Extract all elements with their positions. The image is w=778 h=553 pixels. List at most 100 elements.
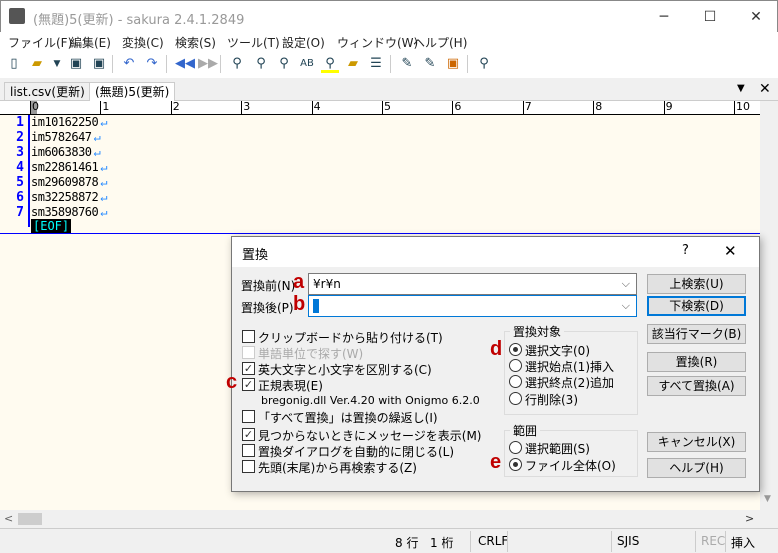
tab-list-csv[interactable]: list.csv(更新) bbox=[4, 82, 91, 101]
find-input[interactable]: ¥r¥n ⌵ bbox=[308, 273, 637, 295]
redo-icon[interactable]: ↷ bbox=[143, 55, 161, 73]
radio-label[interactable]: 選択終点(2)追加 bbox=[525, 374, 614, 391]
menu-window[interactable]: ウィンドウ(W) bbox=[337, 34, 418, 51]
option-label[interactable]: 英大文字と小文字を区別する(C) bbox=[258, 361, 432, 378]
preview-icon[interactable]: ⚲ bbox=[475, 55, 493, 73]
highlight-icon[interactable]: ⚲ bbox=[321, 55, 339, 73]
separator bbox=[112, 55, 113, 73]
chevron-down-icon[interactable]: ⌵ bbox=[622, 299, 630, 313]
radio-button[interactable] bbox=[509, 392, 522, 405]
radio-button[interactable] bbox=[509, 375, 522, 388]
compare-icon[interactable]: ✎ bbox=[398, 55, 416, 73]
find-next-icon[interactable]: ⚲ bbox=[252, 55, 270, 73]
radio-label[interactable]: 選択文字(0) bbox=[525, 342, 590, 359]
line-number: 2 bbox=[16, 130, 24, 145]
horizontal-scrollbar[interactable]: < > bbox=[0, 510, 760, 528]
replace-button[interactable]: 置換(R) bbox=[647, 352, 746, 372]
menu-file[interactable]: ファイル(F) bbox=[8, 34, 72, 51]
radio-button[interactable] bbox=[509, 441, 522, 454]
settings-icon[interactable]: ✎ bbox=[421, 55, 439, 73]
newline-icon: ↵ bbox=[100, 205, 107, 219]
search-up-button[interactable]: 上検索(U) bbox=[647, 274, 746, 294]
maximize-button[interactable]: ☐ bbox=[687, 1, 733, 33]
dialog-title-bar: 置換 ? ✕ bbox=[232, 237, 759, 267]
menu-edit[interactable]: 編集(E) bbox=[70, 34, 111, 51]
save-icon[interactable]: ▣ bbox=[67, 55, 85, 73]
checkbox[interactable]: ✓ bbox=[242, 362, 255, 375]
menu-settings[interactable]: 設定(O) bbox=[282, 34, 325, 51]
newline-icon: ↵ bbox=[100, 115, 107, 129]
save-all-icon[interactable]: ▣ bbox=[90, 55, 108, 73]
radio-button[interactable] bbox=[509, 359, 522, 372]
separator bbox=[467, 55, 468, 73]
scroll-thumb[interactable] bbox=[18, 513, 42, 525]
tab-close-button[interactable]: ✕ bbox=[759, 81, 771, 97]
dialog-help-button[interactable]: ? bbox=[682, 243, 689, 258]
line-number: 7 bbox=[16, 205, 24, 220]
option-label[interactable]: 置換ダイアログを自動的に閉じる(L) bbox=[258, 443, 454, 460]
scroll-down-icon[interactable]: ▼ bbox=[764, 494, 771, 504]
undo-icon[interactable]: ↶ bbox=[120, 55, 138, 73]
replace-icon[interactable]: AB bbox=[298, 55, 316, 73]
dialog-close-button[interactable]: ✕ bbox=[724, 242, 737, 260]
checkbox[interactable]: ✓ bbox=[242, 428, 255, 441]
checkbox[interactable] bbox=[242, 410, 255, 423]
tab-untitled-5[interactable]: (無題)5(更新) bbox=[89, 82, 176, 101]
line-text: im10162250 bbox=[31, 115, 99, 129]
checkbox[interactable] bbox=[242, 330, 255, 343]
checkbox bbox=[242, 346, 255, 359]
search-down-button[interactable]: 下検索(D) bbox=[647, 296, 746, 316]
forward-icon[interactable]: ▶▶ bbox=[198, 55, 218, 73]
option-label[interactable]: クリップボードから貼り付ける(T) bbox=[258, 329, 443, 346]
help-button[interactable]: ヘルプ(H) bbox=[647, 458, 746, 478]
menu-help[interactable]: ヘルプ(H) bbox=[413, 34, 467, 51]
annotation-d: d bbox=[490, 338, 503, 360]
radio-button[interactable] bbox=[509, 343, 522, 356]
dropdown-icon[interactable]: ▼ bbox=[48, 55, 66, 73]
find-prev-icon[interactable]: ⚲ bbox=[275, 55, 293, 73]
mark-lines-button[interactable]: 該当行マーク(B) bbox=[647, 324, 746, 344]
scroll-left-icon[interactable]: < bbox=[4, 512, 13, 525]
cancel-button[interactable]: キャンセル(X) bbox=[647, 432, 746, 452]
line-text: sm29609878 bbox=[31, 175, 99, 189]
option-label[interactable]: 「すべて置換」は置換の繰返し(I) bbox=[258, 409, 438, 426]
option-label[interactable]: 先頭(末尾)から再検索する(Z) bbox=[258, 459, 417, 476]
checkbox[interactable]: ✓ bbox=[242, 378, 255, 391]
open-folder-icon[interactable]: ▰ bbox=[28, 55, 46, 73]
option-label[interactable]: 見つからないときにメッセージを表示(M) bbox=[258, 427, 481, 444]
checkbox[interactable] bbox=[242, 460, 255, 473]
replace-input[interactable]: ⌵ bbox=[308, 295, 637, 317]
scroll-right-icon[interactable]: > bbox=[745, 512, 754, 525]
newline-icon: ↵ bbox=[100, 160, 107, 174]
find-icon[interactable]: ⚲ bbox=[228, 55, 246, 73]
option-label[interactable]: 正規表現(E) bbox=[258, 377, 323, 394]
dialog-title: 置換 bbox=[242, 248, 269, 263]
outline-icon[interactable]: ☰ bbox=[367, 55, 385, 73]
new-file-icon[interactable]: ▯ bbox=[5, 55, 23, 73]
radio-label[interactable]: 選択始点(1)挿入 bbox=[525, 358, 614, 375]
menu-search[interactable]: 検索(S) bbox=[175, 34, 216, 51]
line-text: sm35898760 bbox=[31, 205, 99, 219]
menu-tools[interactable]: ツール(T) bbox=[227, 34, 280, 51]
radio-label[interactable]: ファイル全体(O) bbox=[525, 457, 616, 474]
menu-convert[interactable]: 変換(C) bbox=[122, 34, 164, 51]
window-icon[interactable]: ▣ bbox=[444, 55, 462, 73]
radio-label[interactable]: 選択範囲(S) bbox=[525, 440, 590, 457]
checkbox[interactable] bbox=[242, 444, 255, 457]
back-icon[interactable]: ◀◀ bbox=[175, 55, 195, 73]
replace-all-button[interactable]: すべて置換(A) bbox=[647, 376, 746, 396]
grep-icon[interactable]: ▰ bbox=[344, 55, 362, 73]
minimize-button[interactable]: ─ bbox=[641, 1, 687, 33]
close-button[interactable]: ✕ bbox=[733, 1, 778, 33]
app-icon bbox=[9, 8, 25, 24]
line-number: 1 bbox=[16, 115, 24, 130]
tab-list-dropdown[interactable]: ▼ bbox=[737, 83, 745, 94]
title-bar: (無題)5(更新) - sakura 2.4.1.2849 ─ ☐ ✕ bbox=[0, 0, 778, 32]
radio-label[interactable]: 行削除(3) bbox=[525, 391, 578, 408]
text-line: im5782647 ↵ bbox=[31, 130, 101, 144]
vertical-scrollbar[interactable]: ▼ bbox=[760, 101, 778, 510]
chevron-down-icon[interactable]: ⌵ bbox=[622, 277, 630, 291]
option-label[interactable]: 単語単位で探す(W) bbox=[258, 345, 363, 362]
radio-button[interactable] bbox=[509, 458, 522, 471]
newline-icon: ↵ bbox=[93, 130, 101, 144]
